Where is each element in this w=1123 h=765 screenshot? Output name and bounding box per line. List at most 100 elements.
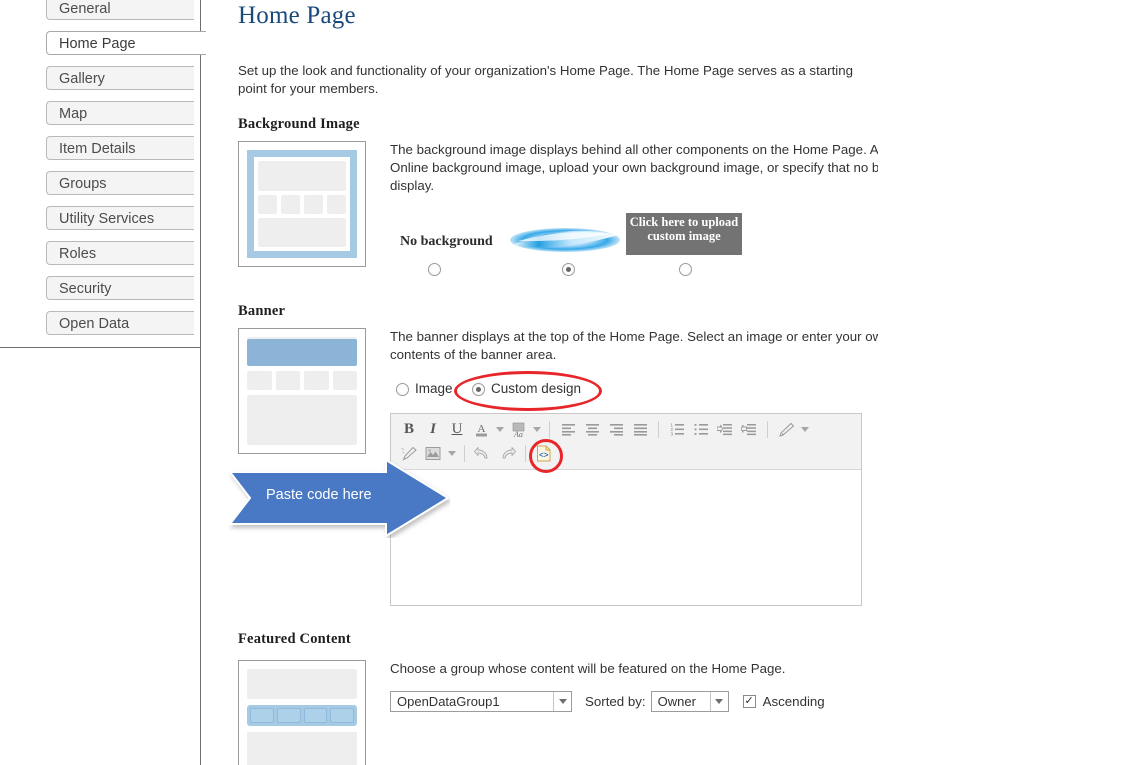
svg-text:Aa: Aa [513,430,523,438]
sidebar-item-map[interactable]: Map [46,101,194,125]
unordered-list-glyph [694,423,708,435]
featured-content-heading: Featured Content [238,631,351,647]
sidebar-item-gallery[interactable]: Gallery [46,66,194,90]
background-options: No background Click here to upload custo… [390,213,878,281]
bold-icon[interactable]: B [397,418,421,440]
sidebar-item-label: Map [59,106,88,122]
chevron-down-icon[interactable] [709,692,728,711]
banner-description-block: The banner displays at the top of the Ho… [390,328,878,606]
outdent-glyph [741,423,756,435]
redo-glyph [502,446,516,458]
align-center-icon[interactable] [580,418,604,440]
check-icon: ✓ [744,695,754,707]
background-color-glyph: Aa [512,422,524,438]
page-intro-text: Set up the look and functionality of you… [238,63,854,96]
sidebar-item-label: Item Details [59,141,136,157]
font-color-glyph: A [475,423,487,436]
toolbar-separator [767,420,768,438]
italic-icon[interactable]: I [421,418,445,440]
undo-glyph [474,446,488,458]
font-color-dropdown-icon[interactable] [493,418,506,440]
sidebar-item-label: Roles [59,246,97,262]
align-left-glyph [561,423,575,436]
radio-banner-image[interactable] [396,382,409,396]
sidebar-item-label: Security [59,281,112,297]
undo-icon[interactable] [471,442,495,464]
editor-toolbar-row-2: <> [397,439,855,473]
align-justify-glyph [633,423,647,436]
banner-description: The banner displays at the top of the Ho… [390,329,878,362]
swoosh-icon [510,228,620,252]
svg-text:<>: <> [539,450,549,459]
ordered-list-glyph: 123 [670,423,684,436]
sidebar-item-open-data[interactable]: Open Data [46,311,194,335]
no-background-label: No background [400,234,493,249]
format-painter-glyph [778,422,794,437]
featured-content-thumbnail [238,660,366,765]
featured-content-description-block: Choose a group whose content will be fea… [390,660,878,765]
radio-default-background[interactable] [562,263,575,276]
toolbar-separator [549,420,550,438]
sidebar-item-general[interactable]: General [46,0,194,20]
view-html-source-glyph: <> [537,445,551,461]
settings-sidebar: General Home Page Gallery Map Item Detai… [46,0,206,346]
html-editor: B I U A Aa 1 2 3 <> [390,413,862,606]
banner-preview-thumbnail [238,328,366,454]
ordered-list-icon[interactable]: 123 [665,418,689,440]
background-color-dropdown-icon[interactable] [530,418,543,440]
banner-option-custom-label: Custom design [491,381,582,397]
featured-content-description: Choose a group whose content will be fea… [390,661,786,676]
banner-option-image[interactable]: Image [390,380,453,398]
sidebar-item-home-page[interactable]: Home Page [46,31,206,55]
sidebar-item-item-details[interactable]: Item Details [46,136,194,160]
banner-type-options: Image Custom design [390,371,878,411]
align-right-glyph [609,423,623,436]
featured-content-section: Choose a group whose content will be fea… [238,660,878,765]
main-content: Home Page Set up the look and functional… [238,0,878,765]
ascending-checkbox[interactable]: ✓ [742,695,756,708]
radio-banner-custom[interactable] [472,382,485,396]
featured-content-controls: OpenDataGroup1 Sorted by: Owner ✓ Ascend… [390,691,878,712]
background-image-description: The background image displays behind all… [390,142,878,193]
editor-content-area[interactable] [391,470,861,605]
default-background-preview[interactable] [510,219,620,261]
banner-option-custom[interactable]: Custom design [466,380,581,398]
editor-toolbar-row-1: B I U A Aa 1 2 3 [397,417,855,441]
group-select[interactable]: OpenDataGroup1 [390,691,572,712]
sidebar-item-utility-services[interactable]: Utility Services [46,206,194,230]
nav-bottom-divider [0,347,201,348]
sort-select-value: Owner [657,693,696,709]
sidebar-item-label: General [59,1,111,17]
format-painter-icon[interactable] [774,418,798,440]
sidebar-item-security[interactable]: Security [46,276,194,300]
background-color-icon[interactable]: Aa [506,418,530,440]
format-painter-dropdown-icon[interactable] [798,418,811,440]
background-preview-thumbnail [238,141,366,267]
upload-custom-image-button[interactable]: Click here to upload custom image [626,213,742,255]
view-html-source-icon[interactable]: <> [529,439,563,473]
toolbar-separator [464,444,465,462]
align-justify-icon[interactable] [628,418,652,440]
unordered-list-icon[interactable] [689,418,713,440]
sidebar-item-groups[interactable]: Groups [46,171,194,195]
underline-icon[interactable]: U [445,418,469,440]
align-left-icon[interactable] [556,418,580,440]
align-right-icon[interactable] [604,418,628,440]
sidebar-item-label: Gallery [59,71,105,87]
background-image-section: The background image displays behind all… [238,141,878,281]
font-color-icon[interactable]: A [469,418,493,440]
background-image-heading: Background Image [238,116,360,132]
background-image-description-block: The background image displays behind all… [390,141,878,281]
outdent-icon[interactable] [737,418,761,440]
sorted-by-label: Sorted by: [585,693,646,709]
indent-glyph [717,423,732,435]
sort-select[interactable]: Owner [650,691,729,712]
group-select-value: OpenDataGroup1 [397,693,500,709]
indent-icon[interactable] [713,418,737,440]
ascending-label: Ascending [762,693,825,709]
radio-no-background[interactable] [428,263,441,276]
radio-custom-background[interactable] [679,263,692,276]
chevron-down-icon[interactable] [553,692,571,711]
sidebar-item-roles[interactable]: Roles [46,241,194,265]
redo-icon[interactable] [495,442,519,464]
